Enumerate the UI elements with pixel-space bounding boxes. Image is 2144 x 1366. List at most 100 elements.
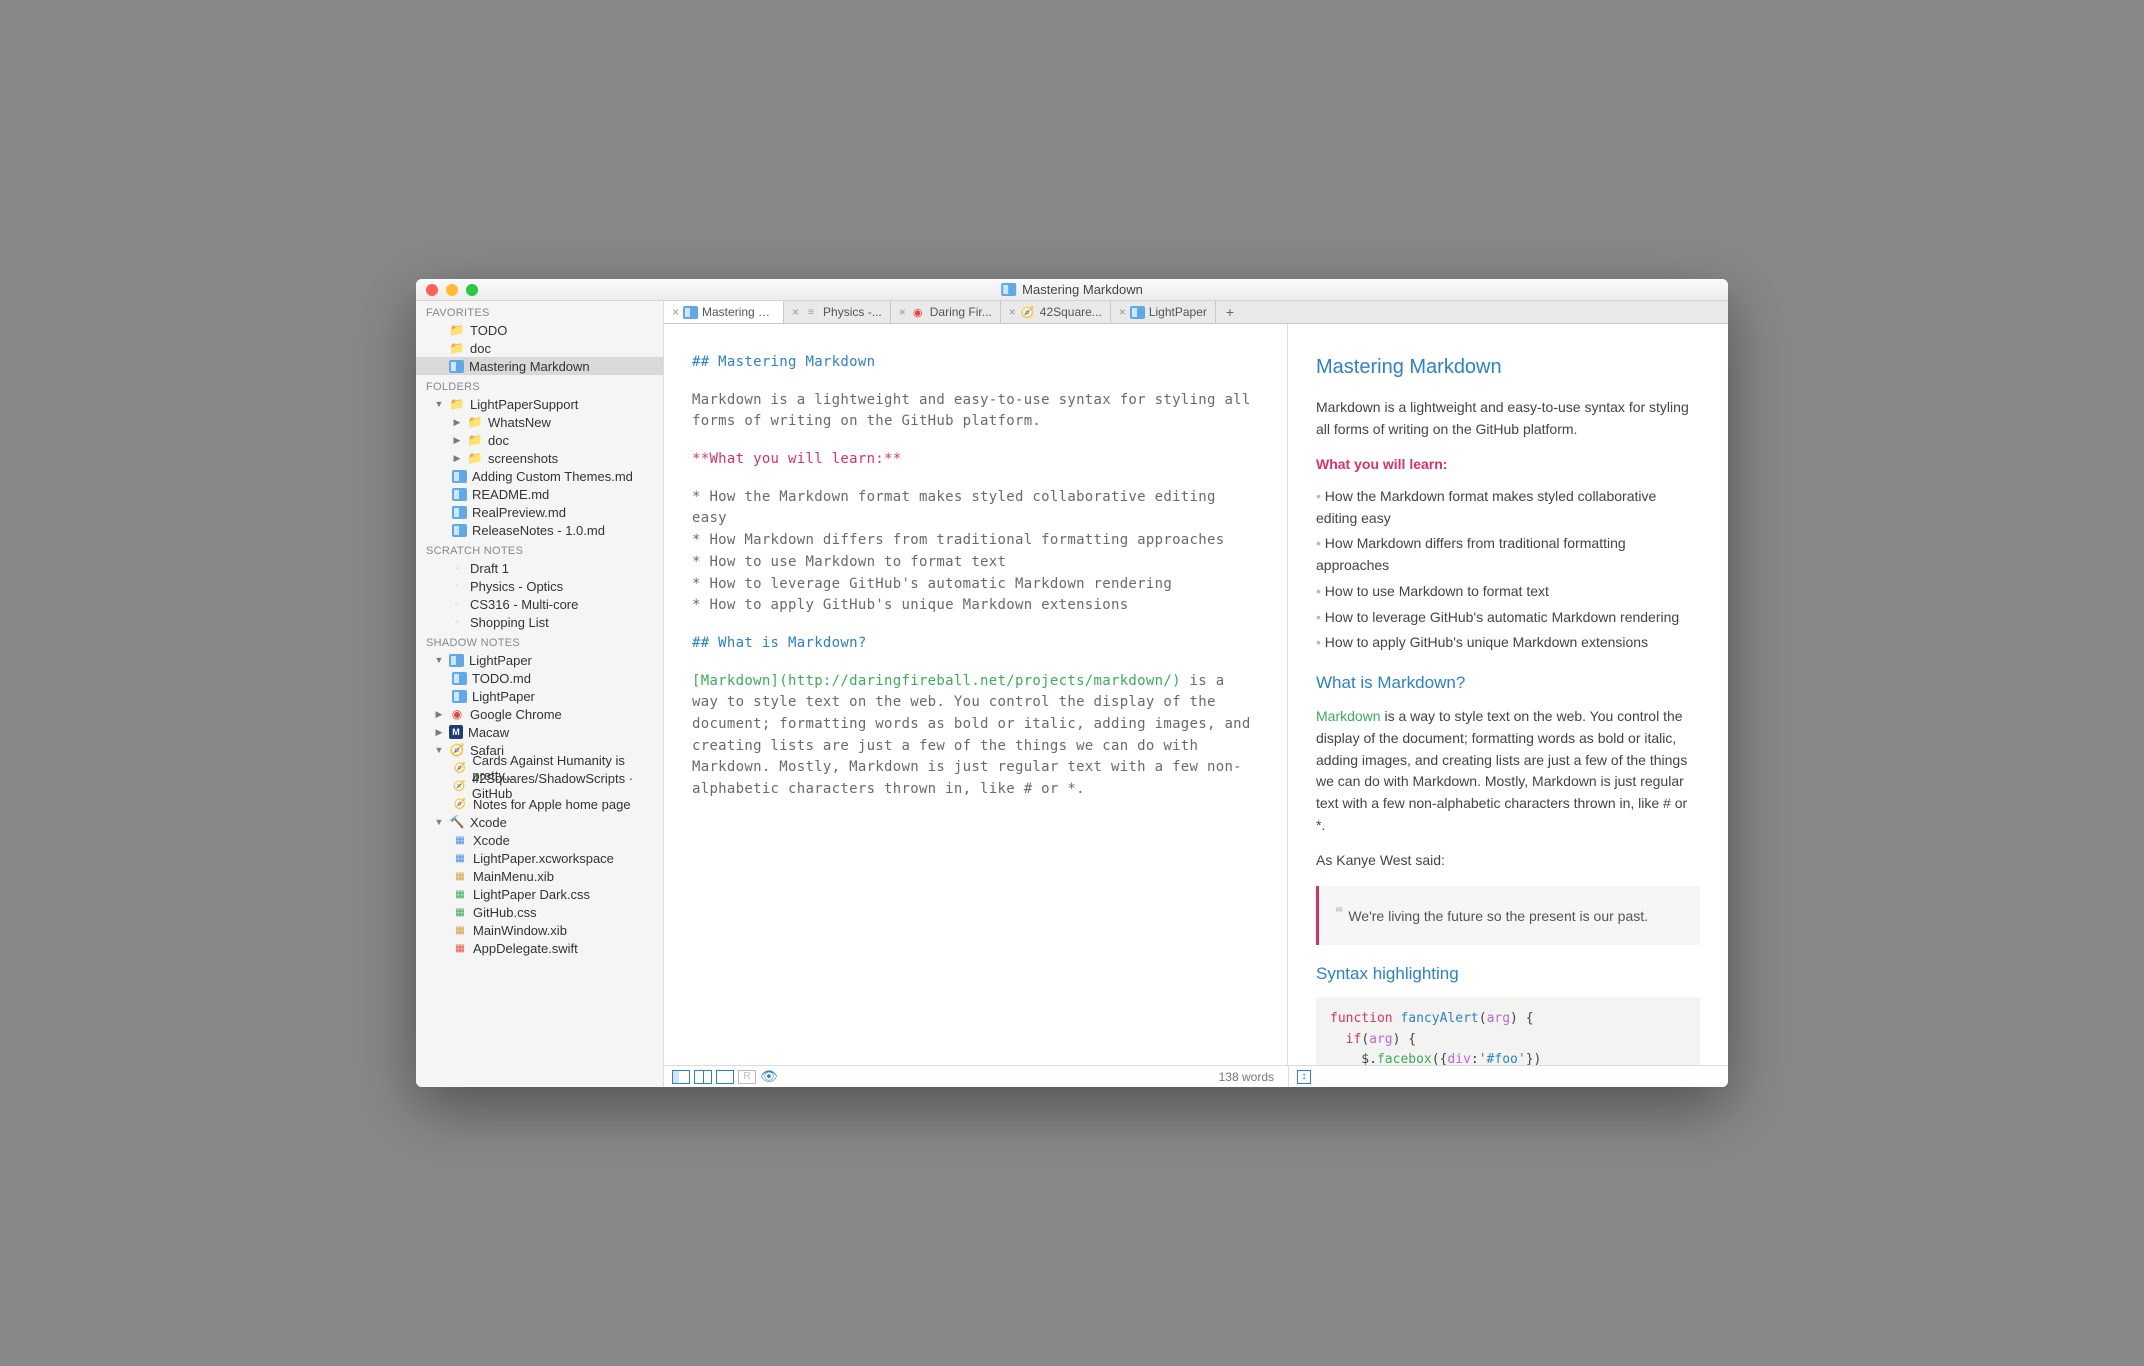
layout-icon[interactable] — [716, 1070, 734, 1084]
text-icon: ≡ — [803, 305, 819, 319]
close-tab-icon[interactable]: × — [1009, 305, 1016, 319]
sidebar-item[interactable]: 🧭Notes for Apple home page — [416, 795, 663, 813]
close-tab-icon[interactable]: × — [672, 305, 679, 319]
panes: ## Mastering Markdown Markdown is a ligh… — [664, 324, 1728, 1065]
sidebar[interactable]: FAVORITES 📁TODO📁docMastering Markdown FO… — [416, 301, 664, 1087]
sync-scroll-icon[interactable]: ↕ — [1297, 1070, 1311, 1084]
close-tab-icon[interactable]: × — [899, 305, 906, 319]
editor-heading: ## Mastering Markdown — [692, 354, 875, 370]
editor-pane[interactable]: ## Mastering Markdown Markdown is a ligh… — [664, 324, 1288, 1065]
safari-icon: 🧭 — [449, 743, 465, 757]
sidebar-item-label: Google Chrome — [470, 707, 562, 722]
close-button[interactable] — [426, 284, 438, 296]
traffic-lights — [416, 284, 478, 296]
list-item: How to use Markdown to format text — [1316, 581, 1700, 603]
preview-toggle-icon[interactable]: 👁 — [760, 1068, 778, 1085]
sidebar-item[interactable]: ▦LightPaper Dark.css — [416, 885, 663, 903]
folder-icon: 📁 — [467, 433, 483, 447]
sidebar-item[interactable]: ▼ LightPaper — [416, 651, 663, 669]
app-icon — [683, 306, 698, 319]
sidebar-item[interactable]: LightPaper — [416, 687, 663, 705]
sidebar-item[interactable]: ▫Physics - Optics — [416, 577, 663, 595]
sidebar-item[interactable]: RealPreview.md — [416, 503, 663, 521]
disclosure-icon[interactable]: ▼ — [434, 817, 444, 827]
preview-pane[interactable]: Mastering Markdown Markdown is a lightwe… — [1288, 324, 1728, 1065]
sidebar-item-label: TODO.md — [472, 671, 531, 686]
sidebar-item[interactable]: ▦Xcode — [416, 831, 663, 849]
titlebar[interactable]: Mastering Markdown — [416, 279, 1728, 301]
close-tab-icon[interactable]: × — [792, 305, 799, 319]
disclosure-icon[interactable]: ▶ — [452, 435, 462, 446]
sidebar-item-label: LightPaper Dark.css — [473, 887, 590, 902]
sidebar-item[interactable]: ▦AppDelegate.swift — [416, 939, 663, 957]
list-item: How to apply GitHub's unique Markdown ex… — [1316, 632, 1700, 654]
disclosure-icon[interactable]: ▶ — [452, 417, 462, 428]
sidebar-item[interactable]: 🧭42Squares/ShadowScripts · GitHub — [416, 777, 663, 795]
sidebar-item-label: GitHub.css — [473, 905, 537, 920]
editor-para: is a way to style text on the web. You c… — [692, 673, 1259, 797]
new-tab-button[interactable]: + — [1216, 301, 1244, 323]
app-icon — [452, 524, 467, 537]
disclosure-icon[interactable]: ▶ — [434, 727, 444, 738]
minimize-button[interactable] — [446, 284, 458, 296]
sidebar-item[interactable]: ▦ GitHub.css — [416, 903, 663, 921]
disclosure-icon[interactable]: ▶ — [434, 709, 444, 720]
sidebar-item[interactable]: 📁TODO — [416, 321, 663, 339]
disclosure-icon[interactable]: ▶ — [452, 453, 462, 464]
sidebar-item[interactable]: 📁doc — [416, 339, 663, 357]
sidebar-item[interactable]: Adding Custom Themes.md — [416, 467, 663, 485]
r-icon[interactable]: R — [738, 1070, 756, 1084]
sidebar-item[interactable]: ▦MainMenu.xib — [416, 867, 663, 885]
tab[interactable]: ×≡Physics -... — [784, 301, 891, 323]
close-tab-icon[interactable]: × — [1119, 305, 1126, 319]
sidebar-item-label: ReleaseNotes - 1.0.md — [472, 523, 605, 538]
sidebar-item[interactable]: ▫CS316 - Multi-core — [416, 595, 663, 613]
tab[interactable]: ×◉Daring Fir... — [891, 301, 1001, 323]
app-icon — [449, 654, 464, 667]
disclosure-icon[interactable]: ▼ — [434, 745, 444, 755]
sidebar-item[interactable]: TODO.md — [416, 669, 663, 687]
toggle-sidebar-icon[interactable] — [672, 1070, 690, 1084]
sidebar-item[interactable]: README.md — [416, 485, 663, 503]
preview-h2: Mastering Markdown — [1316, 352, 1700, 383]
app-icon — [452, 672, 467, 685]
sidebar-item-label: LightPaperSupport — [470, 397, 578, 412]
sidebar-item[interactable]: Mastering Markdown — [416, 357, 663, 375]
zoom-button[interactable] — [466, 284, 478, 296]
app-icon — [452, 488, 467, 501]
sidebar-item-label: doc — [488, 433, 509, 448]
preview-list: How the Markdown format makes styled col… — [1316, 486, 1700, 654]
sidebar-item[interactable]: ▼🔨Xcode — [416, 813, 663, 831]
disclosure-icon[interactable]: ▼ — [434, 655, 444, 665]
sidebar-item[interactable]: ▦LightPaper.xcworkspace — [416, 849, 663, 867]
tab[interactable]: ×Mastering Mar... — [664, 301, 784, 323]
editor-bullet: * How the Markdown format makes styled c… — [692, 489, 1224, 527]
statusbar: R 👁 138 words ↕ — [664, 1065, 1728, 1087]
folder-icon: 📁 — [449, 397, 465, 411]
file-icon: ▫ — [449, 579, 465, 593]
sidebar-item[interactable]: ▫Draft 1 — [416, 559, 663, 577]
sidebar-item[interactable]: ▶📁WhatsNew — [416, 413, 663, 431]
scratch-header: SCRATCH NOTES — [416, 539, 663, 559]
tab[interactable]: ×🧭42Square... — [1001, 301, 1111, 323]
safari-doc-icon: 🧭 — [452, 761, 467, 775]
sidebar-item[interactable]: ▼ 📁 LightPaperSupport — [416, 395, 663, 413]
app-icon — [1130, 306, 1145, 319]
sidebar-item[interactable]: ▶◉Google Chrome — [416, 705, 663, 723]
sidebar-item[interactable]: ▫Shopping List — [416, 613, 663, 631]
preview-h3: What is Markdown? — [1316, 670, 1700, 696]
markdown-link[interactable]: Markdown — [1316, 708, 1381, 724]
sidebar-item[interactable]: ▶MMacaw — [416, 723, 663, 741]
sidebar-item-label: LightPaper — [469, 653, 532, 668]
sidebar-item-label: Shopping List — [470, 615, 549, 630]
sidebar-item[interactable]: ▶ 📁 doc — [416, 431, 663, 449]
sidebar-item[interactable]: ReleaseNotes - 1.0.md — [416, 521, 663, 539]
split-view-icon[interactable] — [694, 1070, 712, 1084]
css-icon: ▦ — [452, 905, 468, 919]
sidebar-item[interactable]: ▦MainWindow.xib — [416, 921, 663, 939]
list-item: How to leverage GitHub's automatic Markd… — [1316, 607, 1700, 629]
tab[interactable]: ×LightPaper — [1111, 301, 1216, 323]
tabbar: ×Mastering Mar...×≡Physics -...×◉Daring … — [664, 301, 1728, 324]
sidebar-item[interactable]: ▶📁screenshots — [416, 449, 663, 467]
disclosure-icon[interactable]: ▼ — [434, 399, 444, 409]
